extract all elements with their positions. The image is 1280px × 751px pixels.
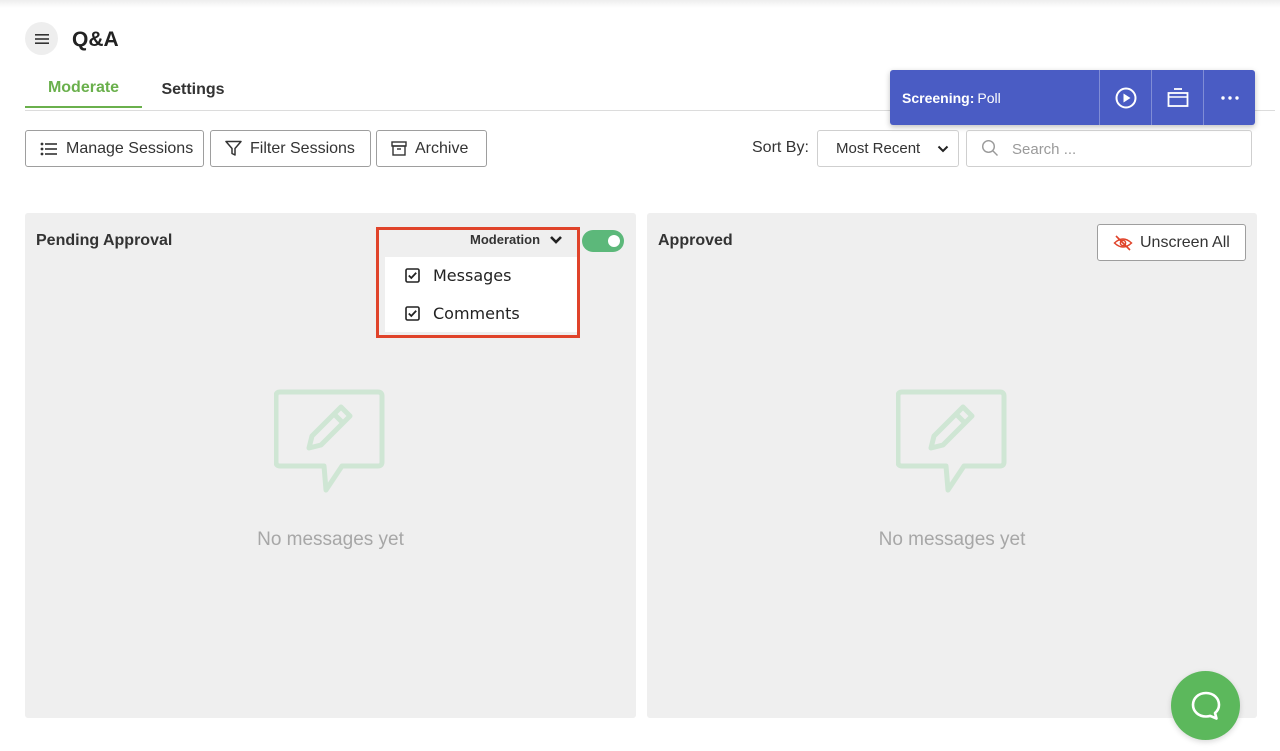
moderation-options-menu: Messages Comments xyxy=(385,257,577,332)
filter-sessions-button[interactable]: Filter Sessions xyxy=(210,130,371,167)
screening-prefix: Screening: xyxy=(902,89,975,106)
menu-button[interactable] xyxy=(25,22,58,55)
manage-sessions-label: Manage Sessions xyxy=(66,139,194,157)
list-icon xyxy=(40,142,57,155)
screen-icon xyxy=(1167,87,1188,107)
chat-bubble-icon xyxy=(1191,691,1220,720)
tab-settings[interactable]: Settings xyxy=(152,70,234,109)
screen-button[interactable] xyxy=(1151,70,1203,125)
chat-support-button[interactable] xyxy=(1171,671,1240,740)
pending-empty-text: No messages yet xyxy=(257,529,404,550)
manage-sessions-button[interactable]: Manage Sessions xyxy=(25,130,204,167)
approved-empty-text: No messages yet xyxy=(878,529,1026,550)
unscreen-all-button[interactable]: Unscreen All xyxy=(1097,224,1246,261)
search-input[interactable] xyxy=(1012,139,1232,159)
chevron-down-icon xyxy=(937,145,949,153)
play-button[interactable] xyxy=(1099,70,1151,125)
option-comments[interactable]: Comments xyxy=(385,295,577,331)
unscreen-all-label: Unscreen All xyxy=(1140,233,1230,251)
pending-approval-title: Pending Approval xyxy=(36,232,173,249)
top-shadow xyxy=(0,0,1280,8)
option-comments-label: Comments xyxy=(433,304,520,323)
approved-panel: Approved No messages yet xyxy=(647,213,1257,718)
toggle-knob xyxy=(608,235,620,247)
edit-message-icon xyxy=(274,389,385,493)
archive-icon xyxy=(391,141,407,156)
option-messages-label: Messages xyxy=(433,266,512,285)
tab-moderate[interactable]: Moderate xyxy=(25,70,142,108)
filter-icon xyxy=(225,140,242,156)
archive-label: Archive xyxy=(415,139,469,157)
archive-button[interactable]: Archive xyxy=(376,130,487,167)
play-icon xyxy=(1115,87,1136,108)
filter-sessions-label: Filter Sessions xyxy=(250,139,355,157)
moderation-label: Moderation xyxy=(470,232,541,247)
more-icon xyxy=(1220,95,1239,100)
hamburger-icon xyxy=(34,33,49,44)
sort-value: Most Recent xyxy=(836,140,921,157)
checkbox-checked-icon xyxy=(405,268,420,283)
moderation-toggle[interactable] xyxy=(582,230,624,252)
screening-status[interactable]: Screening: Poll xyxy=(890,70,1099,125)
screening-value: Poll xyxy=(977,89,1001,106)
screening-bar: Screening: Poll xyxy=(890,70,1255,125)
eye-slash-icon xyxy=(1113,234,1133,251)
sort-select[interactable]: Most Recent xyxy=(817,130,959,167)
option-messages[interactable]: Messages xyxy=(385,257,577,293)
moderation-dropdown-toggle[interactable]: Moderation xyxy=(470,232,563,247)
checkbox-checked-icon xyxy=(405,306,420,321)
more-button[interactable] xyxy=(1203,70,1255,125)
sort-by-label: Sort By: xyxy=(752,139,809,156)
page-title: Q&A xyxy=(72,28,119,51)
approved-title: Approved xyxy=(658,232,733,249)
chevron-down-icon xyxy=(550,235,562,244)
search-icon xyxy=(981,139,998,156)
edit-message-icon xyxy=(896,389,1007,493)
search-box xyxy=(966,130,1252,167)
